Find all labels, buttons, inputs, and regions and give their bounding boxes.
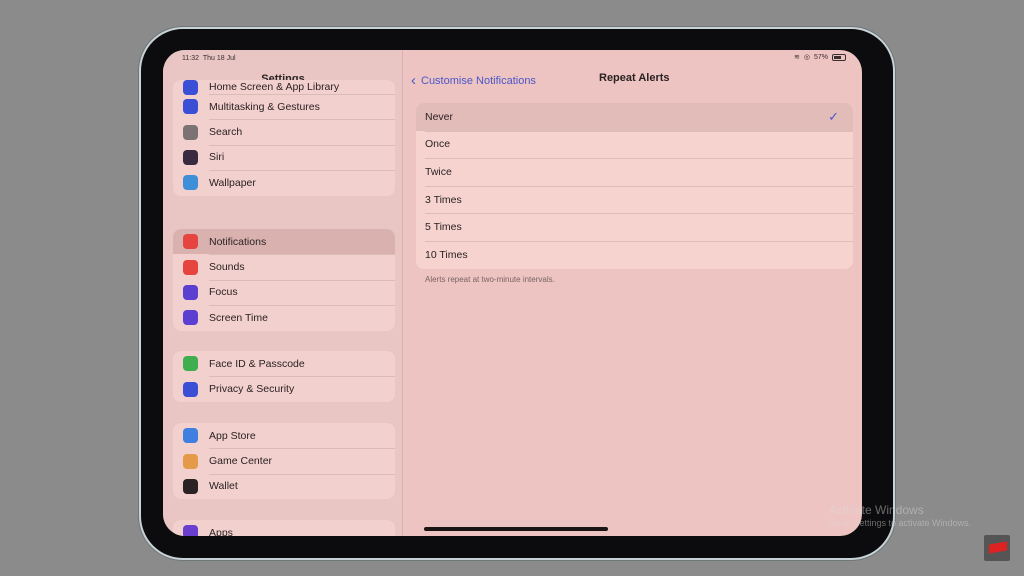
option-label: Never xyxy=(425,110,454,123)
search-icon xyxy=(183,124,198,140)
sidebar-item-wallet[interactable]: Wallet xyxy=(173,473,395,499)
back-button[interactable]: ‹ Customise Notifications xyxy=(411,72,536,89)
sidebar-item-label: Game Center xyxy=(209,455,273,468)
focus-icon xyxy=(183,284,198,300)
multitasking-icon xyxy=(183,99,198,115)
sidebar-item-apps[interactable]: Apps xyxy=(173,520,395,536)
sidebar-item-game-center[interactable]: Game Center xyxy=(173,448,395,473)
siri-icon xyxy=(183,149,198,165)
option-label: Once xyxy=(425,138,451,151)
wallet-icon xyxy=(183,478,198,494)
sidebar-item-label: App Store xyxy=(209,429,256,442)
battery-percent: 57% xyxy=(813,53,828,61)
sidebar-item-label: Notifications xyxy=(209,235,267,248)
sounds-icon xyxy=(183,259,198,275)
sidebar-item-label: Wallpaper xyxy=(209,176,256,189)
option-twice[interactable]: Twice xyxy=(416,158,853,186)
status-time: 11:32 Thu 18 Jul xyxy=(182,55,236,62)
sidebar-item-focus[interactable]: Focus xyxy=(173,279,395,305)
sidebar-item-label: Home Screen & App Library xyxy=(209,81,340,93)
chevron-left-icon: ‹ xyxy=(411,72,416,89)
home-screen-icon xyxy=(183,80,198,95)
sidebar-item-multitasking-gestures[interactable]: Multitasking & Gestures xyxy=(173,94,395,119)
sidebar-item-label: Multitasking & Gestures xyxy=(209,100,320,113)
notifications-icon xyxy=(183,234,198,250)
app-store-icon xyxy=(183,428,198,444)
sidebar-item-label: Sounds xyxy=(209,261,245,274)
sidebar-item-privacy-security[interactable]: Privacy & Security xyxy=(173,376,395,401)
option-once[interactable]: Once xyxy=(416,130,853,159)
sidebar-item-label: Siri xyxy=(209,151,225,164)
battery-icon xyxy=(832,53,846,61)
sidebar-item-label: Face ID & Passcode xyxy=(209,357,305,370)
sidebar-item-home-screen-app-library[interactable]: Home Screen & App Library xyxy=(173,80,395,95)
sidebar-item-sounds[interactable]: Sounds xyxy=(173,254,395,279)
settings-group: App Store Game Center Wallet xyxy=(173,423,395,500)
apps-icon xyxy=(183,525,198,536)
watermark-subtitle: Go to Settings to activate Windows. xyxy=(829,518,972,528)
settings-sidebar: 11:32 Thu 18 Jul Settings Home Screen & … xyxy=(163,50,403,536)
option-label: Twice xyxy=(425,165,452,178)
settings-group: Apps xyxy=(173,520,395,536)
hourglass-icon xyxy=(183,310,198,326)
option-3-times[interactable]: 3 Times xyxy=(416,185,853,214)
option-label: 5 Times xyxy=(425,221,462,234)
option-10-times[interactable]: 10 Times xyxy=(416,240,853,269)
option-5-times[interactable]: 5 Times xyxy=(416,213,853,241)
sidebar-item-label: Apps xyxy=(209,526,233,536)
option-label: 3 Times xyxy=(425,193,462,206)
channel-logo xyxy=(984,535,1010,561)
settings-group: Home Screen & App Library Multitasking & … xyxy=(173,80,395,196)
home-indicator[interactable] xyxy=(424,527,608,531)
hand-icon xyxy=(183,381,198,397)
sidebar-item-label: Privacy & Security xyxy=(209,383,295,396)
lock-rotation-icon: ◎ xyxy=(803,54,810,61)
footer-note: Alerts repeat at two-minute intervals. xyxy=(425,275,555,284)
sidebar-item-label: Search xyxy=(209,126,243,139)
option-label: 10 Times xyxy=(425,248,468,261)
sidebar-item-search[interactable]: Search xyxy=(173,119,395,144)
wifi-icon: ≋ xyxy=(794,54,800,61)
repeat-options-list: Never ✓ Once Twice 3 Times 5 Times 10 Times xyxy=(416,103,853,269)
back-label: Customise Notifications xyxy=(421,74,536,87)
page-title: Repeat Alerts xyxy=(599,72,670,84)
option-never[interactable]: Never ✓ xyxy=(416,103,853,131)
sidebar-item-wallpaper[interactable]: Wallpaper xyxy=(173,170,395,195)
checkmark-icon: ✓ xyxy=(828,108,839,124)
status-icons: ≋ ◎ 57% xyxy=(794,53,846,61)
settings-group: Notifications Sounds Focus Screen Time xyxy=(173,229,395,331)
watermark-title: Activate Windows xyxy=(829,503,924,517)
settings-group: Face ID & Passcode Privacy & Security xyxy=(173,351,395,402)
sidebar-item-screen-time[interactable]: Screen Time xyxy=(173,305,395,330)
sidebar-item-label: Focus xyxy=(209,286,238,299)
sidebar-item-label: Wallet xyxy=(209,480,238,493)
sidebar-item-siri[interactable]: Siri xyxy=(173,144,395,170)
sidebar-item-app-store[interactable]: App Store xyxy=(173,423,395,448)
wallpaper-icon xyxy=(183,175,198,191)
sidebar-item-face-id-passcode[interactable]: Face ID & Passcode xyxy=(173,351,395,376)
face-id-icon xyxy=(183,356,198,372)
sidebar-item-notifications[interactable]: Notifications xyxy=(173,229,395,255)
sidebar-item-label: Screen Time xyxy=(209,311,268,324)
game-center-icon xyxy=(183,453,198,469)
ipad-screen: 11:32 Thu 18 Jul Settings Home Screen & … xyxy=(163,50,862,536)
